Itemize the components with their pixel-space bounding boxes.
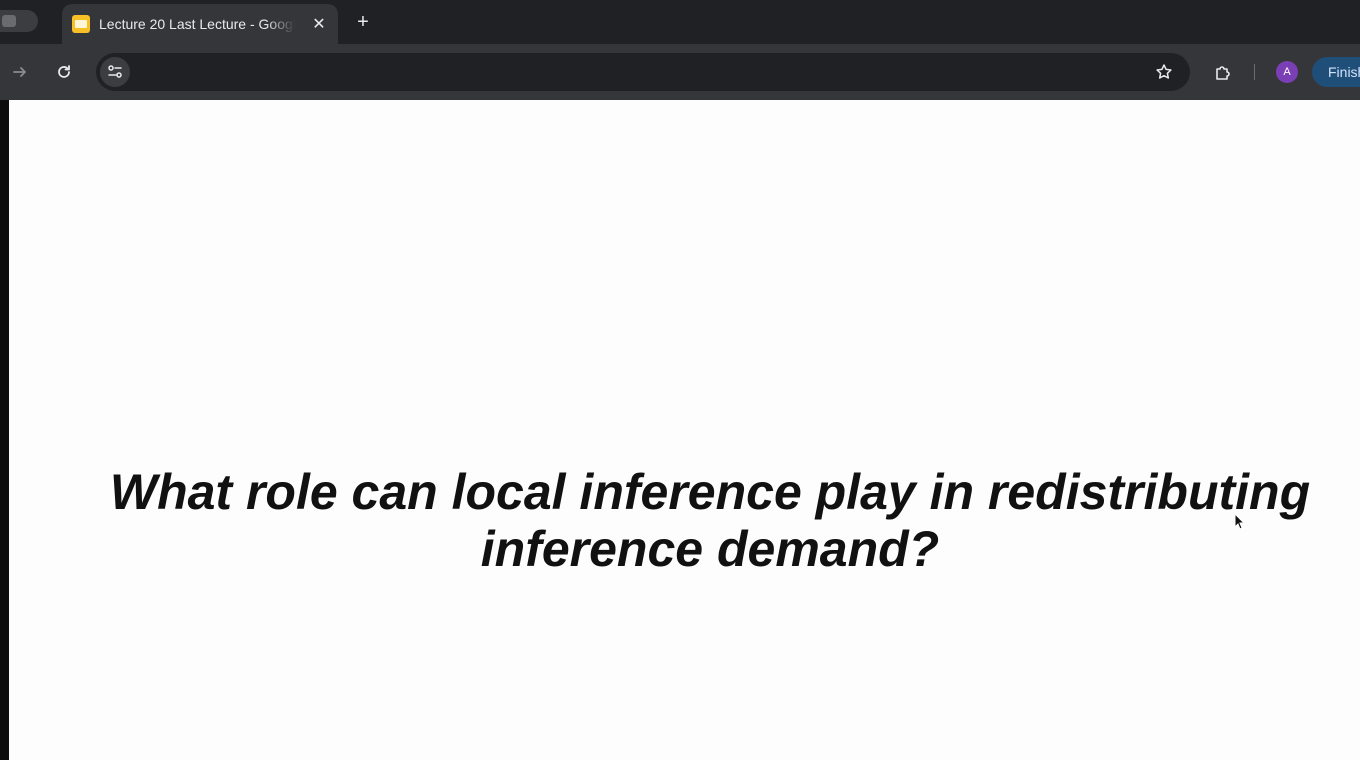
url-input[interactable]	[140, 61, 1134, 85]
tab-close-icon[interactable]: ✕	[308, 13, 330, 35]
tab-group-pill[interactable]	[0, 10, 38, 32]
slide-question: What role can local inference play in re…	[40, 464, 1360, 578]
finish-button[interactable]: Finish	[1312, 57, 1360, 87]
forward-arrow-icon[interactable]	[6, 58, 34, 86]
browser-tab-active[interactable]: Lecture 20 Last Lecture - Google Slides …	[62, 4, 338, 44]
puzzle-icon[interactable]	[1210, 60, 1236, 86]
tab-strip: Lecture 20 Last Lecture - Google Slides …	[0, 0, 1360, 44]
tune-icon[interactable]	[100, 57, 130, 87]
profile-avatar[interactable]: A	[1276, 61, 1298, 83]
tab-group-icon	[2, 15, 16, 27]
address-bar[interactable]	[96, 53, 1190, 91]
slide-viewport: What role can local inference play in re…	[0, 100, 1360, 760]
browser-toolbar: A Finish	[0, 44, 1360, 100]
mouse-cursor-icon	[1234, 512, 1246, 531]
new-tab-button[interactable]: +	[350, 9, 376, 35]
tab-title: Lecture 20 Last Lecture - Google Slides	[99, 16, 295, 32]
reload-icon[interactable]	[50, 58, 78, 86]
slide-left-edge	[0, 100, 9, 760]
slide-question-line-2: inference demand?	[480, 521, 940, 577]
google-slides-favicon-icon	[72, 15, 90, 33]
toolbar-divider	[1254, 64, 1255, 80]
star-icon[interactable]	[1152, 60, 1176, 84]
slide-question-line-1: What role can local inference play in re…	[109, 464, 1311, 520]
